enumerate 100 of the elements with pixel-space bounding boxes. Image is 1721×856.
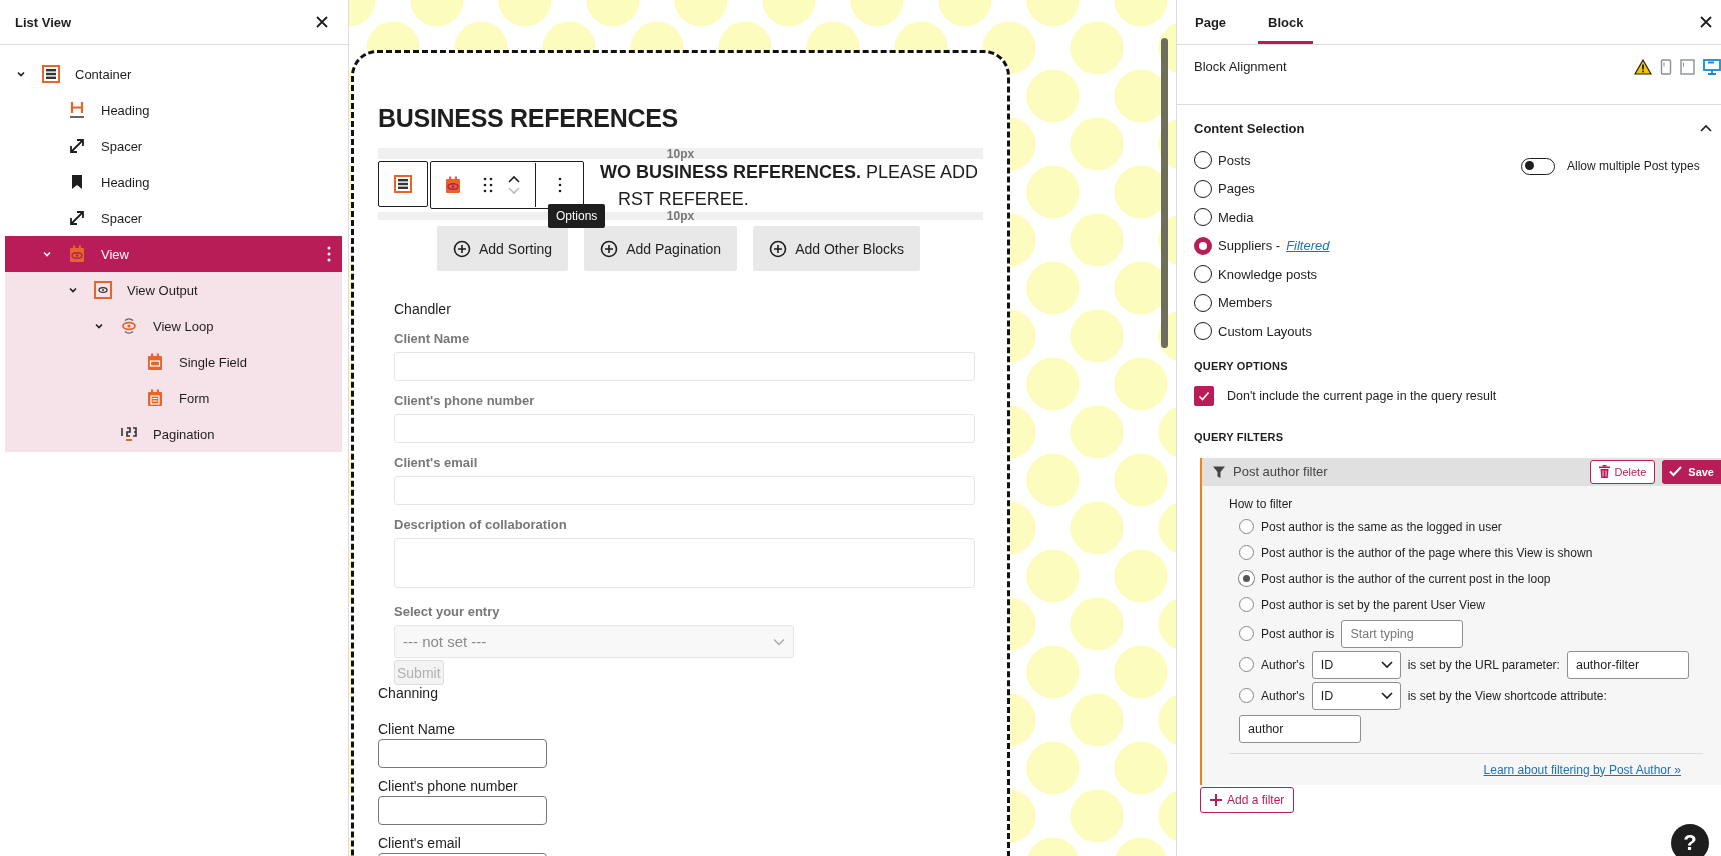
list-view-item[interactable]: Spacer — [5, 128, 342, 164]
text-field[interactable] — [378, 796, 547, 825]
field-label: Client Name — [378, 721, 457, 737]
paragraph-text: WO BUSINESS REFERENCES. PLEASE ADD — [600, 161, 979, 184]
list-view-item[interactable]: View Output — [5, 272, 342, 308]
option-text: is set by the URL parameter: — [1407, 657, 1560, 672]
drag-handle-icon[interactable] — [483, 177, 493, 193]
close-icon[interactable] — [1699, 15, 1713, 29]
field-label: Client's phone number — [394, 393, 536, 408]
entry-title: Channing — [378, 685, 439, 701]
tablet-icon[interactable] — [1680, 59, 1695, 75]
entry-title: Chandler — [394, 301, 452, 317]
add-block-button[interactable]: Add Pagination — [584, 226, 738, 271]
calendar-field-icon — [145, 352, 165, 372]
option-text: Post author is the author of the page where this View is shown — [1261, 545, 1593, 560]
plus-circle-icon — [453, 239, 471, 258]
pagination-icon — [119, 424, 139, 444]
text-field[interactable]: author — [1239, 714, 1361, 743]
radio-label: Pages — [1218, 181, 1255, 197]
radio-button[interactable] — [1239, 626, 1254, 641]
page-heading: BUSINESS REFERENCES — [378, 103, 679, 134]
list-view-item[interactable]: Heading — [5, 164, 342, 200]
option-text: Author's — [1261, 688, 1305, 703]
list-view-item[interactable]: View Loop — [5, 308, 342, 344]
plus-circle-icon — [769, 239, 788, 258]
heading-icon — [67, 100, 87, 120]
add-filter-button[interactable]: Add a filter — [1200, 786, 1295, 813]
field-label: Select your entry — [394, 604, 501, 619]
list-view-item[interactable]: View — [5, 236, 342, 272]
checkbox-label: Don't include the current page in the query result — [1227, 388, 1497, 403]
delete-button[interactable]: Delete — [1589, 459, 1656, 484]
container-icon — [393, 174, 413, 194]
radio-button[interactable] — [1239, 519, 1254, 534]
field-label: Client's email — [378, 835, 462, 851]
field-label: How to filter — [1229, 496, 1294, 511]
add-block-button[interactable]: Add Other Blocks — [753, 226, 921, 271]
spacer-height-label: 10px — [666, 211, 695, 221]
settings-tab[interactable]: Block — [1258, 0, 1314, 44]
monitor-icon[interactable] — [1703, 59, 1721, 75]
paragraph-text: RST REFEREE. — [618, 188, 749, 211]
more-vertical-icon[interactable] — [326, 245, 332, 263]
phone-icon[interactable] — [1660, 59, 1672, 75]
trash-icon — [1598, 465, 1610, 478]
help-link[interactable]: Learn about filtering by Post Author » — [1483, 762, 1681, 777]
list-view-item[interactable]: Container — [5, 56, 342, 92]
eye-loop-icon — [119, 316, 139, 336]
section-heading: QUERY OPTIONS — [1193, 358, 1289, 372]
option-text: is set by the View shortcode attribute: — [1407, 688, 1607, 703]
plus-circle-icon — [600, 239, 619, 258]
calendar-eye-icon — [443, 175, 463, 195]
select-field[interactable]: ID — [1311, 650, 1401, 679]
radio-label: Members — [1218, 295, 1273, 311]
text-field[interactable]: Start typing — [1341, 619, 1464, 648]
list-view-item[interactable]: Pagination — [5, 416, 342, 452]
radio-button[interactable] — [1239, 545, 1254, 560]
resize-arrow-icon — [67, 208, 87, 228]
radio-button[interactable] — [1194, 236, 1212, 255]
chevron-down-icon — [1379, 691, 1394, 700]
list-view-item[interactable]: Single Field — [5, 344, 342, 380]
option-text: Post author is the same as the logged in user — [1261, 519, 1502, 534]
filter-link[interactable]: Filtered — [1286, 238, 1330, 254]
chevron-up-icon[interactable] — [1699, 124, 1713, 133]
option-text: Author's — [1261, 657, 1305, 672]
resize-arrow-icon — [67, 136, 87, 156]
option-text: Post author is the author of the current post in the loop — [1261, 571, 1551, 586]
checkbox[interactable] — [1194, 385, 1214, 406]
text-field[interactable]: author-filter — [1566, 650, 1689, 679]
warning-icon — [1634, 59, 1652, 75]
field-label: Client Name — [394, 331, 471, 346]
radio-button[interactable] — [1239, 657, 1254, 672]
select-field[interactable]: ID — [1311, 681, 1401, 710]
panel-title: List View — [15, 14, 72, 30]
option-text: Post author is — [1261, 626, 1335, 641]
scrollbar-thumb[interactable] — [1161, 38, 1168, 348]
filter-title: Post author filter — [1233, 464, 1329, 479]
toggle-label: Allow multiple Post types — [1567, 159, 1700, 173]
text-field[interactable] — [378, 739, 547, 768]
section-label: Block Alignment — [1194, 59, 1287, 74]
eye-frame-icon — [93, 280, 113, 300]
section-title: Content Selection — [1194, 121, 1305, 136]
list-view-item[interactable]: Heading — [5, 92, 342, 128]
chevron-down-icon — [773, 637, 785, 646]
help-button[interactable]: ? — [1671, 824, 1709, 856]
add-block-button[interactable]: Add Sorting — [437, 226, 569, 271]
chevron-up-icon[interactable] — [507, 175, 521, 184]
radio-label: Media — [1218, 209, 1254, 225]
settings-tab[interactable]: Page — [1185, 0, 1237, 44]
close-icon[interactable] — [315, 15, 329, 29]
list-view-item[interactable]: Form — [5, 380, 342, 416]
calendar-form-icon — [145, 388, 165, 408]
radio-label: Knowledge posts — [1218, 266, 1317, 282]
chevron-down-icon — [1379, 660, 1394, 669]
list-view-item[interactable]: Spacer — [5, 200, 342, 236]
radio-label: Custom Layouts — [1218, 323, 1312, 339]
save-button[interactable]: Save — [1662, 459, 1721, 484]
radio-button[interactable] — [1239, 688, 1254, 703]
select-parent-button[interactable] — [378, 161, 428, 207]
radio-button[interactable] — [1239, 597, 1254, 612]
calendar-eye-icon — [67, 244, 87, 264]
option-text: Post author is set by the parent User View — [1261, 597, 1485, 612]
